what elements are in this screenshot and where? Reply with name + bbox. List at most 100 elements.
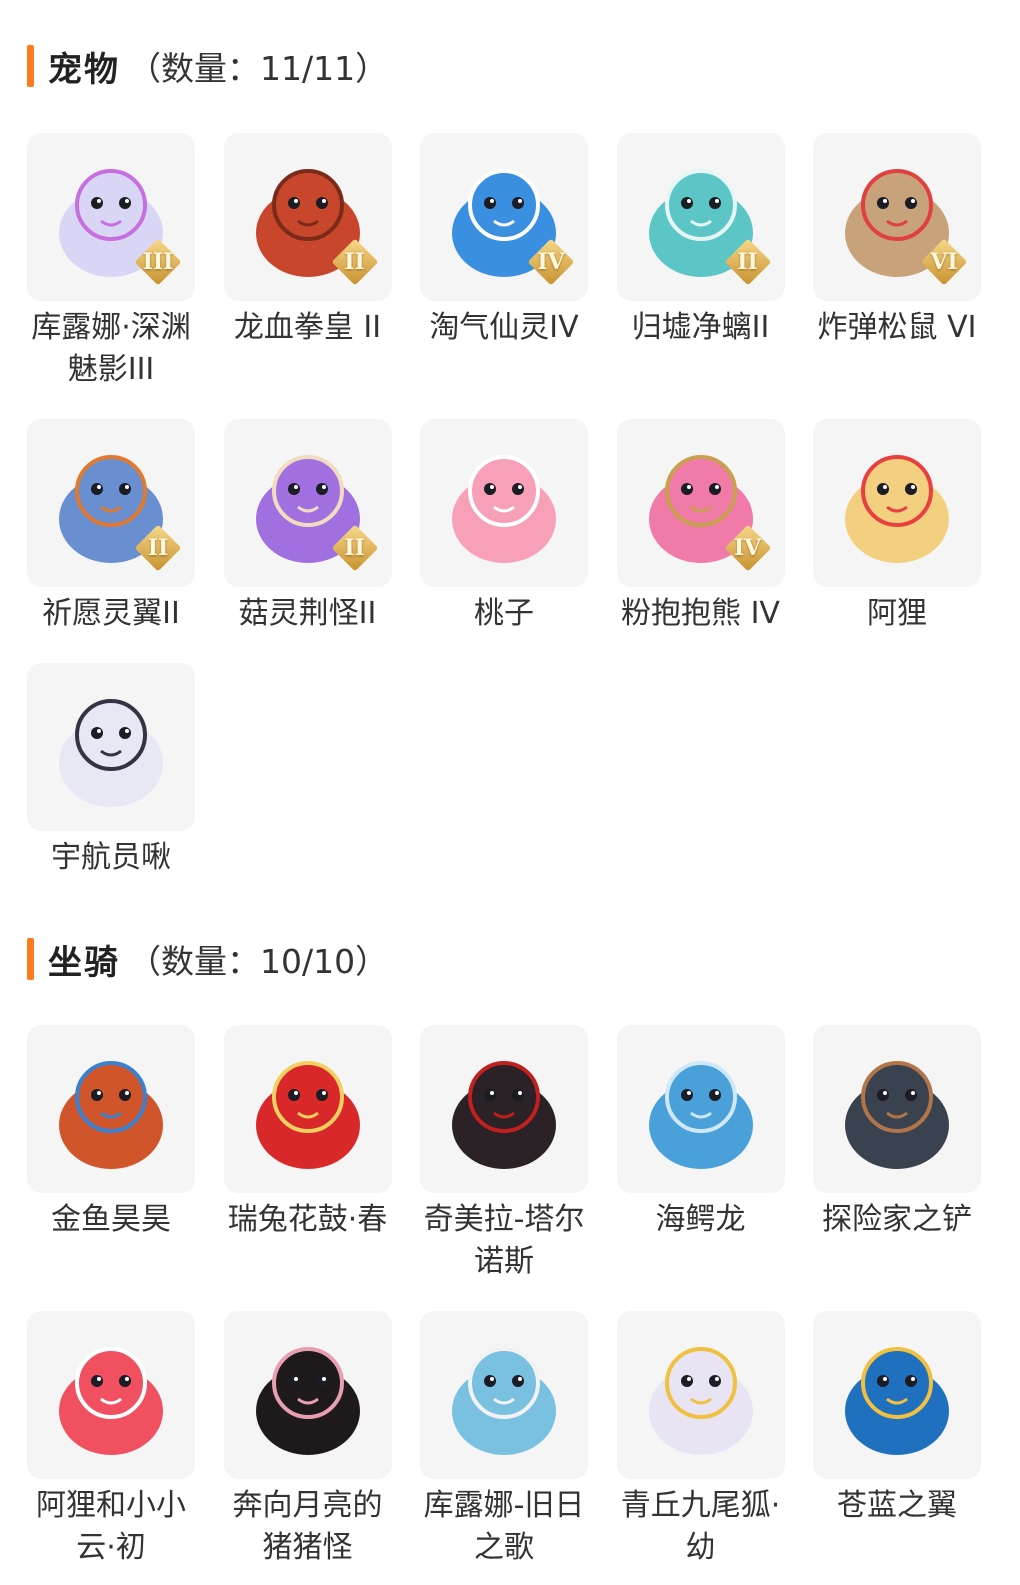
grade-badge: II (134, 524, 182, 572)
pet-card[interactable]: IV 淘气仙灵IV (420, 133, 588, 391)
pet-thumbnail[interactable] (27, 663, 195, 831)
pet-name: 库露娜·深渊魅影III (31, 310, 191, 387)
pet-card[interactable]: 宇航员啾 (27, 663, 195, 879)
mount-card[interactable]: 阿狸和小小云·初 (27, 1311, 195, 1569)
pet-name: 淘气仙灵IV (429, 310, 579, 345)
mount-thumbnail[interactable] (27, 1311, 195, 1479)
pet-thumbnail[interactable]: VI (813, 133, 981, 301)
mount-thumbnail[interactable] (813, 1025, 981, 1193)
pet-thumbnail[interactable] (813, 419, 981, 587)
mount-name: 奔向月亮的猪猪怪 (232, 1488, 383, 1565)
pet-thumbnail[interactable] (420, 419, 588, 587)
mounts-section-count: （数量：10/10） (128, 942, 389, 981)
grade-badge: II (724, 238, 771, 286)
pet-card[interactable]: II 祈愿灵翼II (27, 419, 195, 635)
pet-name: 宇航员啾 (51, 840, 171, 875)
mount-thumbnail[interactable] (223, 1025, 392, 1193)
pet-thumbnail[interactable]: II (616, 133, 785, 301)
pet-card[interactable]: II 菇灵荆怪II (223, 419, 392, 635)
grade-badge: II (331, 238, 378, 286)
pets-grid: III 库露娜·深渊魅影III II 龙血拳皇 II IV 淘气仙灵IV II 归墟净螭II V… (27, 133, 987, 879)
mount-thumbnail[interactable] (420, 1025, 588, 1193)
pet-name: 粉抱抱熊 IV (621, 596, 780, 631)
pink-fox-icon (452, 455, 556, 563)
mount-card[interactable]: 瑞兔花鼓·春 (223, 1025, 392, 1283)
mount-card[interactable]: 库露娜-旧日之歌 (420, 1311, 588, 1569)
pet-name: 菇灵荆怪II (238, 596, 377, 631)
pet-thumbnail[interactable]: IV (616, 419, 785, 587)
mount-name: 海鳄龙 (655, 1202, 746, 1237)
grade-label: III (142, 249, 174, 275)
pet-card[interactable]: II 归墟净螭II (616, 133, 785, 391)
mount-name: 金鱼昊昊 (51, 1202, 171, 1237)
grade-badge: IV (724, 524, 771, 572)
goldfish-icon (59, 1061, 163, 1169)
mount-name: 青丘九尾狐·幼 (620, 1488, 781, 1565)
pets-section-header: 宠物 （数量：11/11） (27, 44, 389, 90)
astronaut-bird-icon (59, 699, 163, 807)
pet-card[interactable]: 阿狸 (813, 419, 981, 635)
mounts-section-header: 坐骑 （数量：10/10） (27, 937, 389, 983)
mount-name: 苍蓝之翼 (837, 1488, 957, 1523)
section-accent-bar (27, 938, 34, 980)
pet-card[interactable]: IV 粉抱抱熊 IV (616, 419, 785, 635)
mounts-grid: 金鱼昊昊 瑞兔花鼓·春 奇美拉-塔尔诺斯 海鳄龙 探险家之铲阿狸和小小云·初 奔向月亮的猪… (27, 1025, 987, 1569)
pet-thumbnail[interactable]: II (223, 133, 392, 301)
mount-name: 库露娜-旧日之歌 (423, 1488, 585, 1565)
grade-label: IV (537, 249, 565, 275)
grade-label: IV (733, 535, 762, 561)
fox-on-cloud-icon (59, 1347, 163, 1455)
mount-card[interactable]: 苍蓝之翼 (813, 1311, 981, 1569)
shovel-icon (845, 1061, 949, 1169)
lion-hat-fox-icon (845, 455, 949, 563)
grade-badge: VI (920, 238, 968, 286)
pet-card[interactable]: VI 炸弹松鼠 VI (813, 133, 981, 391)
mount-name: 奇美拉-塔尔诺斯 (423, 1202, 585, 1279)
pets-section-title: 宠物 (48, 49, 120, 90)
pets-section-count: （数量：11/11） (128, 49, 389, 88)
mount-card[interactable]: 海鳄龙 (616, 1025, 785, 1283)
rabbit-drum-icon (255, 1061, 360, 1169)
grade-label: II (147, 535, 169, 561)
grade-badge: III (134, 238, 182, 286)
mount-thumbnail[interactable] (420, 1311, 588, 1479)
grade-label: II (737, 249, 758, 275)
pet-thumbnail[interactable]: II (223, 419, 392, 587)
mount-card[interactable]: 青丘九尾狐·幼 (616, 1311, 785, 1569)
blue-dragon-icon (845, 1347, 949, 1455)
grade-label: II (344, 535, 365, 561)
pet-name: 祈愿灵翼II (42, 596, 180, 631)
white-fox-icon (648, 1347, 753, 1455)
grade-label: II (344, 249, 365, 275)
mount-thumbnail[interactable] (27, 1025, 195, 1193)
sheep-girl-icon (452, 1347, 556, 1455)
pet-name: 炸弹松鼠 VI (817, 310, 977, 345)
black-chimera-icon (452, 1061, 556, 1169)
grade-label: VI (930, 249, 958, 275)
pet-name: 归墟净螭II (631, 310, 770, 345)
grade-badge: II (331, 524, 378, 572)
mount-card[interactable]: 金鱼昊昊 (27, 1025, 195, 1283)
pet-card[interactable]: III 库露娜·深渊魅影III (27, 133, 195, 391)
section-accent-bar (27, 45, 34, 87)
pet-thumbnail[interactable]: IV (420, 133, 588, 301)
pet-thumbnail[interactable]: II (27, 419, 195, 587)
pet-name: 龙血拳皇 II (233, 310, 382, 345)
pet-thumbnail[interactable]: III (27, 133, 195, 301)
mount-card[interactable]: 探险家之铲 (813, 1025, 981, 1283)
mount-thumbnail[interactable] (616, 1311, 785, 1479)
pet-card[interactable]: 桃子 (420, 419, 588, 635)
black-pig-icon (255, 1347, 360, 1455)
ice-dragon-icon (648, 1061, 753, 1169)
mount-thumbnail[interactable] (223, 1311, 392, 1479)
pet-card[interactable]: II 龙血拳皇 II (223, 133, 392, 391)
mount-name: 探险家之铲 (822, 1202, 972, 1237)
mount-card[interactable]: 奔向月亮的猪猪怪 (223, 1311, 392, 1569)
mount-name: 瑞兔花鼓·春 (227, 1202, 388, 1237)
pet-name: 阿狸 (867, 596, 927, 631)
mount-card[interactable]: 奇美拉-塔尔诺斯 (420, 1025, 588, 1283)
mount-thumbnail[interactable] (616, 1025, 785, 1193)
mount-name: 阿狸和小小云·初 (36, 1488, 186, 1565)
mount-thumbnail[interactable] (813, 1311, 981, 1479)
pet-name: 桃子 (474, 596, 534, 631)
